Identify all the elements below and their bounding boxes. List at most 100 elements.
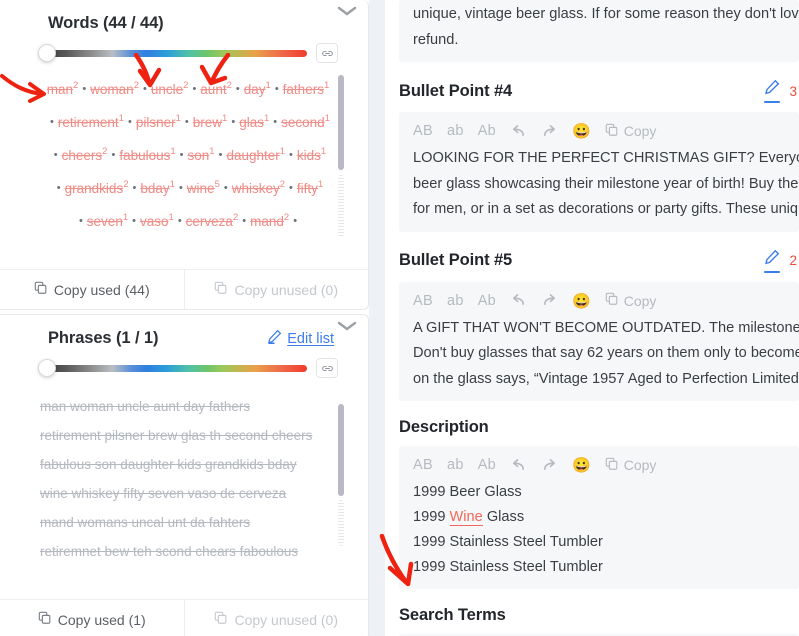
chevron-down-icon[interactable] <box>336 4 358 20</box>
copy-section-2-button[interactable]: Copy <box>605 292 656 309</box>
copy-used-words-button[interactable]: Copy used (44) <box>0 270 184 309</box>
description-text: 1999 Beer Glass 1999 Wine Glass 1999 Stain… <box>413 480 799 580</box>
section-field[interactable]: AB ab Ab 😀 Copy LOOKING FOR THE PERFECT CHRIS… <box>399 112 799 232</box>
words-list: man2 • woman2 • uncle2 • aunt2 • day1 • fathers1• r… <box>40 71 346 236</box>
redo-arrow-icon[interactable] <box>541 293 558 308</box>
phrase-item[interactable]: mand womans uncal unt da fahters <box>40 508 346 537</box>
uppercase-button[interactable]: AB <box>413 457 433 473</box>
phrase-item[interactable]: retirement pilsner brew glas th second c… <box>40 421 346 450</box>
word-chip[interactable]: day1 <box>244 80 271 97</box>
chevron-down-icon[interactable] <box>336 319 358 335</box>
word-chip[interactable]: second1 <box>281 113 330 130</box>
phrases-copy-row: Copy used (1) Copy unused (0) <box>0 599 368 636</box>
word-separator-dot: • <box>177 214 182 227</box>
phrases-list-scroll[interactable]: man woman uncle aunt day fathers retireme… <box>40 392 346 572</box>
uppercase-button[interactable]: AB <box>413 293 433 309</box>
word-chip[interactable]: grandkids2 <box>65 179 129 196</box>
redo-arrow-icon[interactable] <box>541 458 558 473</box>
text-line: 1999 Beer Glass <box>413 480 799 505</box>
smiley-icon[interactable]: 😀 <box>572 456 591 474</box>
pencil-icon[interactable] <box>764 79 781 103</box>
word-separator-dot: • <box>178 181 183 194</box>
word-chip[interactable]: fifty1 <box>297 179 323 196</box>
word-chip[interactable]: fathers1 <box>283 80 330 97</box>
lowercase-button[interactable]: ab <box>447 457 464 473</box>
text-segment: Glass <box>482 509 525 525</box>
phrases-scrollbar[interactable] <box>338 404 344 562</box>
copy-description-button[interactable]: Copy <box>605 457 656 474</box>
bullet-point-3-text: unique, vintage beer glass. If for some … <box>413 2 799 53</box>
copy-unused-phrases-button[interactable]: Copy unused (0) <box>183 600 369 636</box>
bullet-point-3-field[interactable]: unique, vintage beer glass. If for some … <box>399 0 799 62</box>
copy-section-1-button[interactable]: Copy <box>605 123 656 140</box>
word-chip[interactable]: woman2 <box>90 80 139 97</box>
copy-unused-words-button[interactable]: Copy unused (0) <box>183 270 369 309</box>
word-chip[interactable]: glas1 <box>239 113 269 130</box>
words-card-header: Words (44 / 44) <box>0 0 368 37</box>
phrase-item[interactable]: wine whiskey fifty seven vaso de cerveza <box>40 479 346 508</box>
word-chip[interactable]: cheers2 <box>62 146 108 163</box>
titlecase-button[interactable]: Ab <box>478 123 496 139</box>
copy-used-phrases-button[interactable]: Copy used (1) <box>0 600 184 636</box>
phrases-slider-knob[interactable] <box>38 359 56 377</box>
right-panel[interactable]: unique, vintage beer glass. If for some … <box>385 0 799 636</box>
word-chip[interactable]: kids1 <box>297 146 326 163</box>
lowercase-button[interactable]: ab <box>447 123 464 139</box>
word-chip[interactable]: aunt2 <box>200 80 232 97</box>
phrase-item[interactable]: man woman uncle aunt day fathers <box>40 392 346 421</box>
text-segment: 1999 Stainless Steel Tumbler <box>413 534 603 550</box>
word-chip[interactable]: seven1 <box>87 212 128 229</box>
lowercase-button[interactable]: ab <box>447 293 464 309</box>
smiley-icon[interactable]: 😀 <box>572 122 591 140</box>
words-slider-knob[interactable] <box>38 44 56 62</box>
word-chip[interactable]: son1 <box>188 146 215 163</box>
word-chip[interactable]: daughter1 <box>226 146 285 163</box>
edit-list-button[interactable]: Edit list <box>267 329 334 348</box>
word-separator-dot: • <box>53 148 58 161</box>
word-chip[interactable]: mand2 <box>250 212 289 229</box>
phrase-item[interactable]: fabulous son daughter kids grandkids bda… <box>40 450 346 479</box>
copy-icon <box>605 292 619 309</box>
copy-icon <box>605 457 619 474</box>
word-chip[interactable]: vaso1 <box>140 212 174 229</box>
phrases-scrollbar-thumb[interactable] <box>338 404 344 496</box>
word-chip[interactable]: man2 <box>47 80 79 97</box>
word-chip[interactable]: brew1 <box>193 113 228 130</box>
word-chip[interactable]: pilsner1 <box>136 113 181 130</box>
word-chip[interactable]: cerveza2 <box>186 212 239 229</box>
redo-arrow-icon[interactable] <box>541 124 558 139</box>
word-chip[interactable]: whiskey2 <box>232 179 285 196</box>
word-chip[interactable]: bday1 <box>140 179 175 196</box>
titlecase-button[interactable]: Ab <box>478 293 496 309</box>
undo-arrow-icon[interactable] <box>510 124 527 139</box>
section-field[interactable]: AB ab Ab 😀 Copy A GIFT THAT WON'T BECOME OUTD… <box>399 281 799 401</box>
word-chip[interactable]: fabulous1 <box>119 146 175 163</box>
pencil-icon[interactable] <box>764 249 781 273</box>
copy-used-words-label: Copy used (44) <box>53 281 150 298</box>
word-chip[interactable]: uncle2 <box>151 80 189 97</box>
words-gradient-slider[interactable] <box>38 44 307 62</box>
section-header: Bullet Point #4 3 <box>399 62 799 112</box>
undo-arrow-icon[interactable] <box>510 293 527 308</box>
flagged-word[interactable]: Wine <box>449 509 483 526</box>
copy-unused-words-label: Copy unused (0) <box>234 281 338 298</box>
description-field[interactable]: AB ab Ab 😀 Copy 1999 Beer Glass 1999 Wine… <box>399 446 799 589</box>
link-icon[interactable] <box>316 43 338 63</box>
text-line: 1999 Stainless Steel Tumbler <box>413 555 799 580</box>
word-separator-dot: • <box>223 181 228 194</box>
word-chip[interactable]: wine5 <box>187 179 220 196</box>
words-scrollbar[interactable] <box>338 75 344 240</box>
words-list-scroll[interactable]: man2 • woman2 • uncle2 • aunt2 • day1 • fathers1• r… <box>40 71 346 246</box>
copy-unused-phrases-label: Copy unused (0) <box>234 611 338 628</box>
link-icon[interactable] <box>316 358 338 378</box>
word-chip[interactable]: retirement1 <box>58 113 124 130</box>
phrases-title: Phrases (1 / 1) <box>48 329 159 347</box>
phrase-item[interactable]: retiremnet bew teh scond chears faboulou… <box>40 537 346 566</box>
smiley-icon[interactable]: 😀 <box>572 292 591 310</box>
copy-used-phrases-label: Copy used (1) <box>57 611 146 628</box>
undo-arrow-icon[interactable] <box>510 458 527 473</box>
phrases-gradient-slider[interactable] <box>38 359 307 377</box>
words-scrollbar-thumb[interactable] <box>338 75 344 170</box>
titlecase-button[interactable]: Ab <box>478 457 496 473</box>
uppercase-button[interactable]: AB <box>413 123 433 139</box>
